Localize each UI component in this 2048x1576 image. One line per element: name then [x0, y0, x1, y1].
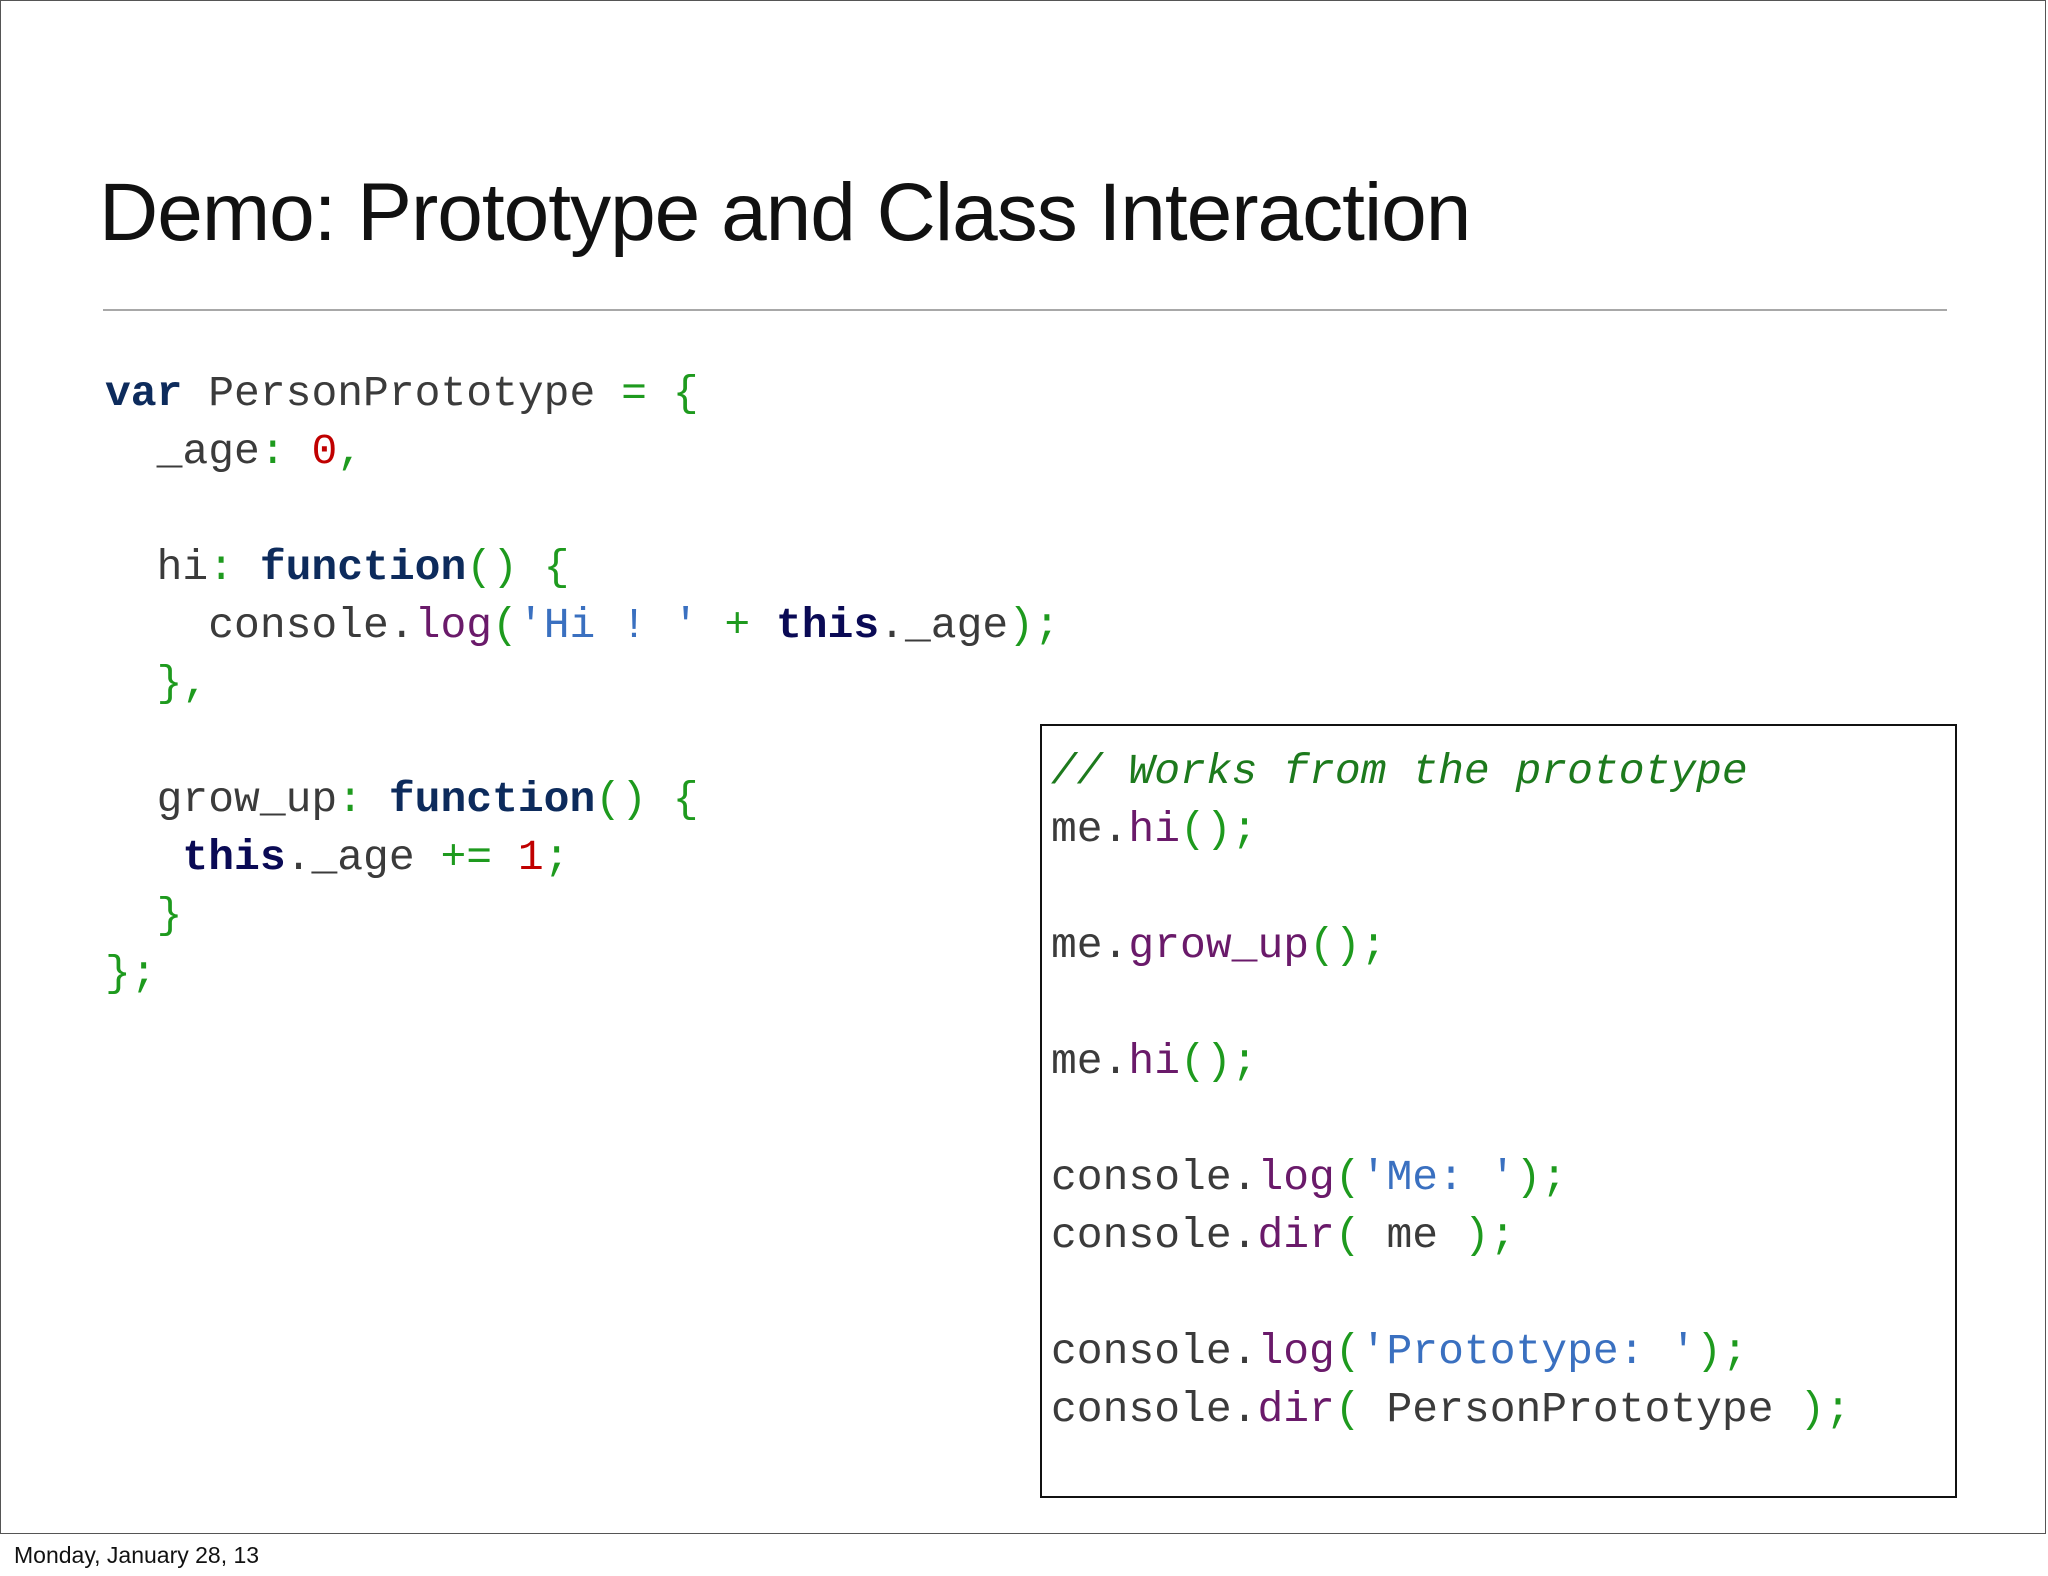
keyword-this: this [182, 833, 286, 882]
punctuation: () { [595, 775, 699, 824]
method-name: hi [1128, 805, 1181, 854]
number-literal: 1 [517, 833, 544, 882]
punctuation: , [337, 427, 364, 476]
code-line: hi: function() { [105, 539, 1060, 597]
code-line: console.log('Me: '); [1051, 1149, 1851, 1207]
punctuation: } [156, 891, 183, 940]
punctuation: ( [1334, 1385, 1361, 1434]
code-line: me.hi(); [1051, 1033, 1851, 1091]
method-name: dir [1257, 1211, 1335, 1260]
code-line: console.log('Hi ! ' + this._age); [105, 597, 1060, 655]
punctuation: ); [1463, 1211, 1516, 1260]
code-line: me.hi(); [1051, 801, 1851, 859]
identifier: me. [1051, 805, 1129, 854]
footer-date: Monday, January 28, 13 [14, 1542, 260, 1568]
method-name: log [1257, 1327, 1335, 1376]
identifier: ._age [285, 833, 441, 882]
code-line: this._age += 1; [105, 829, 1060, 887]
punctuation: () { [466, 543, 570, 592]
identifier: me. [1051, 921, 1129, 970]
code-line: console.dir( PersonPrototype ); [1051, 1381, 1851, 1439]
identifier: console. [1051, 1327, 1258, 1376]
punctuation: : [208, 543, 260, 592]
property-name: _age [156, 427, 260, 476]
identifier: PersonPrototype [1360, 1385, 1800, 1434]
punctuation: : [337, 775, 389, 824]
keyword-function: function [388, 775, 596, 824]
punctuation: ( [1334, 1327, 1361, 1376]
punctuation: (); [1180, 805, 1258, 854]
identifier: console. [208, 601, 415, 650]
slide: Demo: Prototype and Class Interaction va… [0, 0, 2046, 1534]
code-line: console.log('Prototype: '); [1051, 1323, 1851, 1381]
property-name: grow_up [156, 775, 338, 824]
code-comment: // Works from the prototype [1051, 747, 1748, 796]
code-line: var PersonPrototype = { [105, 365, 1060, 423]
code-line: console.dir( me ); [1051, 1207, 1851, 1265]
code-line: // Works from the prototype [1051, 743, 1851, 801]
punctuation: ( [492, 601, 518, 650]
punctuation: ); [1008, 601, 1060, 650]
identifier: console. [1051, 1385, 1258, 1434]
code-line: }; [105, 945, 1060, 1003]
identifier: ._age [879, 601, 1009, 650]
method-name: grow_up [1128, 921, 1310, 970]
punctuation: (); [1180, 1037, 1258, 1086]
identifier: me [1360, 1211, 1464, 1260]
code-line: _age: 0, [105, 423, 1060, 481]
string-literal: 'Hi ! ' [517, 601, 699, 650]
method-name: log [414, 601, 493, 650]
usage-code-block: // Works from the prototype me.hi(); me.gr… [1051, 743, 1851, 1439]
method-name: log [1257, 1153, 1335, 1202]
person-prototype-code-block: var PersonPrototype = { _age: 0, hi: fun… [105, 365, 1060, 1003]
punctuation: (); [1309, 921, 1387, 970]
punctuation: : [259, 427, 312, 476]
code-line: } [105, 887, 1060, 945]
keyword-function: function [259, 543, 467, 592]
identifier: console. [1051, 1211, 1258, 1260]
keyword-this: this [775, 601, 880, 650]
slide-title: Demo: Prototype and Class Interaction [99, 167, 1471, 258]
punctuation: ); [1696, 1327, 1748, 1376]
usage-code-box: // Works from the prototype me.hi(); me.gr… [1040, 724, 1957, 1498]
identifier: console. [1051, 1153, 1258, 1202]
punctuation: ( [1334, 1153, 1361, 1202]
string-literal: 'Prototype: ' [1360, 1327, 1697, 1376]
code-line: me.grow_up(); [1051, 917, 1851, 975]
property-name: hi [156, 543, 209, 592]
code-line: }, [105, 655, 1060, 713]
code-line: grow_up: function() { [105, 771, 1060, 829]
punctuation: = { [621, 369, 699, 418]
title-divider [103, 309, 1947, 311]
punctuation: ); [1515, 1153, 1568, 1202]
punctuation: ; [543, 833, 570, 882]
punctuation: ); [1799, 1385, 1851, 1434]
number-literal: 0 [311, 427, 338, 476]
identifier: PersonPrototype [182, 369, 622, 418]
operator: + [698, 601, 776, 650]
punctuation: }, [156, 659, 209, 708]
method-name: dir [1257, 1385, 1335, 1434]
identifier: me. [1051, 1037, 1129, 1086]
keyword-var: var [105, 369, 183, 418]
string-literal: 'Me: ' [1360, 1153, 1516, 1202]
method-name: hi [1128, 1037, 1181, 1086]
punctuation: ( [1334, 1211, 1361, 1260]
punctuation: }; [105, 949, 157, 998]
operator: += [440, 833, 493, 882]
